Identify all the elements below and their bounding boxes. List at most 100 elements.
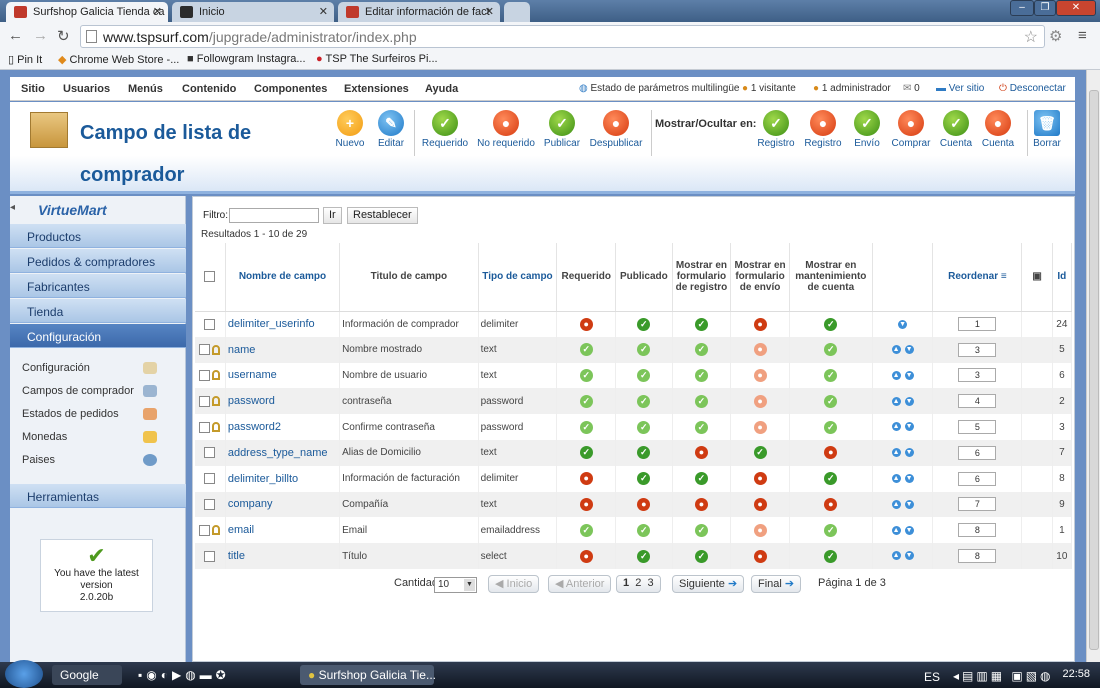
- field-name-link[interactable]: username: [225, 362, 341, 389]
- check-status-icon[interactable]: ✓: [579, 420, 593, 434]
- row-checkbox[interactable]: [204, 550, 216, 562]
- stop-status-icon[interactable]: ●: [637, 497, 651, 511]
- field-name-link[interactable]: delimiter_billto: [225, 465, 341, 492]
- sidebar-item-configuracion[interactable]: Configuración: [10, 324, 186, 348]
- stop-status-icon[interactable]: ●: [694, 497, 708, 511]
- move-up-icon[interactable]: ▲: [891, 370, 901, 380]
- stop-status-icon[interactable]: ●: [753, 343, 767, 357]
- col-type[interactable]: Tipo de campo: [478, 243, 558, 312]
- order-input[interactable]: 6: [958, 471, 997, 486]
- col-id[interactable]: Id: [1052, 243, 1073, 312]
- next-page-button[interactable]: Siguiente ➔: [672, 575, 745, 593]
- check-status-icon[interactable]: ✓: [753, 446, 767, 460]
- move-down-icon[interactable]: ▼: [904, 370, 914, 380]
- bookmark-followgram[interactable]: ■ Followgram Instagra...: [187, 53, 306, 65]
- check-status-icon[interactable]: ✓: [694, 523, 708, 537]
- delete-button[interactable]: 🗑 Borrar: [1017, 110, 1077, 149]
- field-name-link[interactable]: password2: [225, 414, 341, 440]
- move-up-icon[interactable]: ▲: [891, 525, 901, 535]
- save-order-icon[interactable]: ▣: [1032, 271, 1041, 282]
- close-tab-icon[interactable]: ✕: [153, 5, 162, 18]
- check-status-icon[interactable]: ✓: [579, 394, 593, 408]
- sidebar-sub-configuracion[interactable]: Configuración: [22, 362, 90, 374]
- required-button[interactable]: ✓ Requerido: [415, 110, 475, 149]
- close-tab-icon[interactable]: ✕: [485, 5, 494, 18]
- move-down-icon[interactable]: ▼: [904, 525, 914, 535]
- menu-usuarios[interactable]: Usuarios: [63, 83, 110, 95]
- check-status-icon[interactable]: ✓: [579, 523, 593, 537]
- go-button[interactable]: Ir: [323, 207, 342, 224]
- row-checkbox[interactable]: [204, 473, 216, 485]
- check-status-icon[interactable]: ✓: [694, 343, 708, 357]
- collapse-arrow-icon[interactable]: ◂: [10, 202, 15, 213]
- bookmark-chrome-store[interactable]: ◆ Chrome Web Store -...: [58, 53, 179, 66]
- not-required-button[interactable]: ● No requerido: [476, 110, 536, 149]
- stop-status-icon[interactable]: ●: [753, 497, 767, 511]
- stop-status-icon[interactable]: ●: [753, 368, 767, 382]
- page-2[interactable]: 2: [635, 577, 641, 589]
- sidebar-item-fabricantes[interactable]: Fabricantes: [10, 274, 186, 298]
- col-name[interactable]: Nombre de campo: [225, 243, 341, 312]
- check-status-icon[interactable]: ✓: [824, 420, 838, 434]
- order-input[interactable]: 5: [958, 420, 997, 435]
- move-up-icon[interactable]: ▲: [891, 474, 901, 484]
- stop-status-icon[interactable]: ●: [753, 394, 767, 408]
- field-name-link[interactable]: name: [225, 336, 341, 363]
- menu-icon[interactable]: ≡: [1078, 27, 1087, 44]
- stop-status-icon[interactable]: ●: [753, 472, 767, 486]
- page-3[interactable]: 3: [648, 577, 654, 589]
- order-input[interactable]: 4: [958, 394, 997, 409]
- close-tab-icon[interactable]: ✕: [319, 5, 328, 18]
- stop-status-icon[interactable]: ●: [579, 317, 593, 331]
- order-input[interactable]: 6: [958, 445, 997, 460]
- move-down-icon[interactable]: ▼: [904, 345, 914, 355]
- row-checkbox[interactable]: [199, 395, 211, 407]
- check-status-icon[interactable]: ✓: [694, 368, 708, 382]
- check-status-icon[interactable]: ✓: [637, 394, 651, 408]
- stop-status-icon[interactable]: ●: [579, 549, 593, 563]
- field-name-link[interactable]: title: [225, 543, 341, 569]
- field-name-link[interactable]: company: [225, 491, 341, 518]
- check-status-icon[interactable]: ✓: [579, 343, 593, 357]
- check-status-icon[interactable]: ✓: [824, 343, 838, 357]
- view-site-link[interactable]: ▬ Ver sitio: [936, 83, 984, 94]
- stop-status-icon[interactable]: ●: [753, 420, 767, 434]
- check-status-icon[interactable]: ✓: [824, 472, 838, 486]
- menu-extensiones[interactable]: Extensiones: [344, 83, 409, 95]
- check-status-icon[interactable]: ✓: [579, 368, 593, 382]
- check-status-icon[interactable]: ✓: [637, 343, 651, 357]
- reload-icon[interactable]: ↻: [57, 27, 70, 45]
- sidebar-item-tienda[interactable]: Tienda: [10, 299, 186, 323]
- close-window-icon[interactable]: ✕: [1056, 0, 1096, 16]
- messages-count[interactable]: ✉ 0: [903, 83, 920, 94]
- field-name-link[interactable]: email: [225, 517, 341, 544]
- new-tab-button[interactable]: [504, 2, 530, 22]
- menu-componentes[interactable]: Componentes: [254, 83, 327, 95]
- minimize-icon[interactable]: –: [1010, 0, 1034, 16]
- taskbar-chrome-window[interactable]: ● Surfshop Galicia Tie...: [300, 665, 436, 685]
- field-name-link[interactable]: password: [225, 388, 341, 415]
- check-status-icon[interactable]: ✓: [824, 523, 838, 537]
- order-input[interactable]: 8: [958, 549, 997, 564]
- check-status-icon[interactable]: ✓: [579, 446, 593, 460]
- move-down-icon[interactable]: ▼: [904, 448, 914, 458]
- field-name-link[interactable]: address_type_name: [225, 439, 341, 466]
- check-status-icon[interactable]: ✓: [824, 317, 838, 331]
- check-status-icon[interactable]: ✓: [824, 394, 838, 408]
- sidebar-item-pedidos[interactable]: Pedidos & compradores: [10, 249, 186, 273]
- row-checkbox[interactable]: [204, 447, 216, 459]
- move-down-icon[interactable]: ▼: [904, 396, 914, 406]
- bookmark-pinterest[interactable]: ● TSP The Surfeiros Pi...: [316, 53, 438, 65]
- publish-button[interactable]: ✓ Publicar: [532, 110, 592, 149]
- back-icon[interactable]: ←: [8, 27, 23, 44]
- field-name-link[interactable]: delimiter_userinfo: [225, 311, 341, 337]
- order-input[interactable]: 1: [958, 317, 997, 332]
- edit-button[interactable]: ✎ Editar: [361, 110, 421, 149]
- move-up-icon[interactable]: ▲: [891, 499, 901, 509]
- language-indicator[interactable]: ES: [916, 667, 948, 687]
- page-scrollbar[interactable]: [1086, 70, 1100, 662]
- move-down-icon[interactable]: ▼: [904, 499, 914, 509]
- move-down-icon[interactable]: ▼: [904, 474, 914, 484]
- google-toolbar[interactable]: Google: [52, 665, 122, 685]
- check-status-icon[interactable]: ✓: [637, 549, 651, 563]
